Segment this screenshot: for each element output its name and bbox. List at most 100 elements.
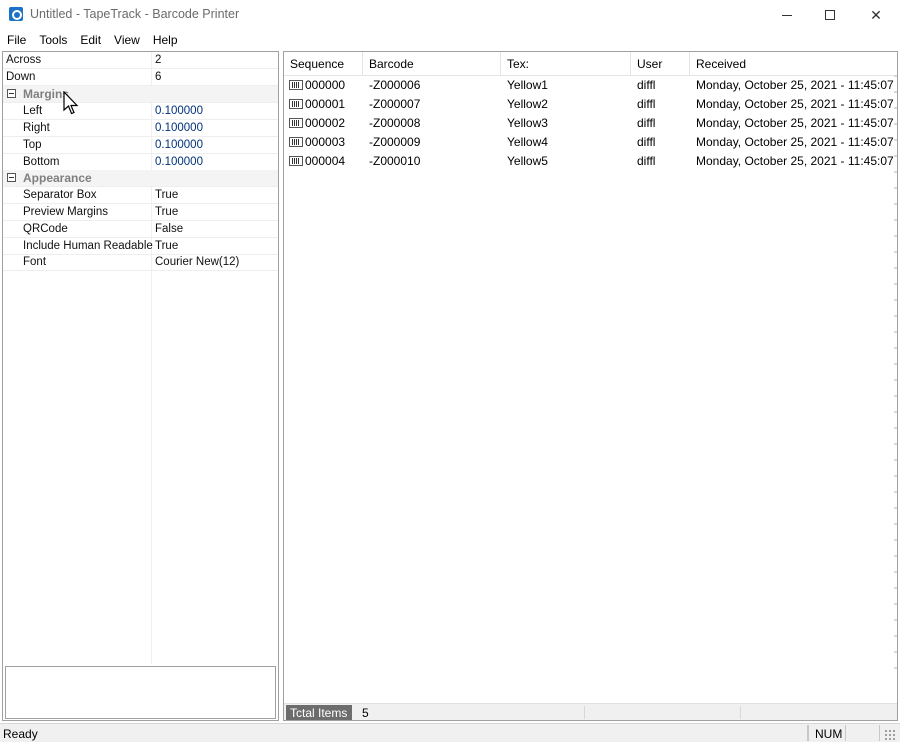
- cell-sequence: 000003: [305, 135, 346, 149]
- resize-grip-icon[interactable]: [884, 729, 896, 741]
- prop-value[interactable]: Courier New(12): [155, 256, 239, 268]
- window-title: Untitled - TapeTrack - Barcode Printer: [30, 7, 240, 21]
- num-lock-indicator: NUM: [808, 725, 846, 741]
- prop-name: Top: [23, 139, 42, 151]
- scroll-track: [894, 75, 897, 671]
- cell-barcode: -Z000006: [369, 78, 421, 92]
- pane-divider: [584, 706, 585, 719]
- column-header-user[interactable]: User: [631, 52, 690, 76]
- property-description: [5, 666, 276, 719]
- prop-name: Across: [6, 54, 42, 66]
- cell-text: Yellow1: [507, 78, 548, 92]
- total-items-bar: Tctal Items 5: [284, 703, 897, 720]
- prop-value[interactable]: True: [155, 240, 178, 252]
- cell-text: Yellow5: [507, 154, 548, 168]
- prop-row-include-human-readable[interactable]: Include Human Readable True: [3, 238, 278, 255]
- column-header-text[interactable]: Tex:: [501, 52, 631, 76]
- column-header-sequence[interactable]: Sequence: [284, 52, 363, 76]
- cell-user: diffl: [637, 97, 656, 111]
- prop-name: Right: [23, 122, 50, 134]
- prop-name: Left: [23, 105, 43, 117]
- prop-value[interactable]: 0.100000: [155, 105, 203, 117]
- category-margins[interactable]: Margins: [3, 86, 278, 103]
- barcode-icon: [289, 118, 303, 128]
- prop-row-qrcode[interactable]: QRCode False: [3, 221, 278, 238]
- prop-row-left[interactable]: Left 0.100000: [3, 103, 278, 120]
- prop-name: Font: [23, 256, 47, 268]
- prop-name: Down: [6, 71, 36, 83]
- prop-value[interactable]: 2: [155, 54, 161, 66]
- cell-received: Monday, October 25, 2021 - 11:45:07: [696, 97, 894, 111]
- prop-row-right[interactable]: Right 0.100000: [3, 120, 278, 137]
- table-row[interactable]: 000001 -Z000007 Yellow2 diffl Monday, Oc…: [284, 95, 897, 114]
- prop-value[interactable]: 0.100000: [155, 122, 203, 134]
- prop-row-down[interactable]: Down 6: [3, 69, 278, 86]
- barcode-icon: [289, 99, 303, 109]
- prop-name: QRCode: [23, 223, 68, 235]
- cell-sequence: 000000: [305, 78, 346, 92]
- table-row[interactable]: 000004 -Z000010 Yellow5 diffl Monday, Oc…: [284, 152, 897, 171]
- minimize-icon: [782, 14, 792, 16]
- collapse-icon[interactable]: [7, 89, 16, 98]
- cell-received: Monday, October 25, 2021 - 11:45:07: [696, 78, 894, 92]
- column-header-received[interactable]: Received: [690, 52, 897, 76]
- maximize-icon: [825, 10, 835, 20]
- menu-tools[interactable]: Tools: [32, 30, 73, 50]
- prop-row-across[interactable]: Across 2: [3, 52, 278, 69]
- table-row[interactable]: 000003 -Z000009 Yellow4 diffl Monday, Oc…: [284, 133, 897, 152]
- prop-value[interactable]: 0.100000: [155, 156, 203, 168]
- column-header-barcode[interactable]: Barcode: [363, 52, 501, 76]
- prop-value[interactable]: True: [155, 189, 178, 201]
- property-grid: Across 2 Down 6 Margins Left 0.100000 Ri…: [2, 51, 279, 721]
- menu-edit[interactable]: Edit: [73, 30, 107, 50]
- prop-name: Separator Box: [23, 189, 97, 201]
- close-icon: ✕: [870, 6, 882, 23]
- status-text: Ready: [3, 727, 38, 741]
- cell-barcode: -Z000009: [369, 135, 421, 149]
- category-appearance[interactable]: Appearance: [3, 170, 278, 187]
- status-pane: [650, 725, 808, 741]
- prop-value[interactable]: 6: [155, 71, 161, 83]
- cell-barcode: -Z000010: [369, 154, 421, 168]
- prop-row-separator-box[interactable]: Separator Box True: [3, 187, 278, 204]
- cell-barcode: -Z000007: [369, 97, 421, 111]
- barcode-icon: [289, 156, 303, 166]
- prop-value[interactable]: 0.100000: [155, 139, 203, 151]
- prop-row-preview-margins[interactable]: Preview Margins True: [3, 204, 278, 221]
- category-label: Appearance: [23, 171, 92, 185]
- prop-value[interactable]: True: [155, 206, 178, 218]
- total-items-label: Tctal Items: [286, 705, 352, 720]
- prop-row-bottom[interactable]: Bottom 0.100000: [3, 154, 278, 171]
- prop-value[interactable]: False: [155, 223, 183, 235]
- status-bar: Ready NUM: [0, 723, 900, 742]
- table-row[interactable]: 000000 -Z000006 Yellow1 diffl Monday, Oc…: [284, 76, 897, 95]
- menu-view[interactable]: View: [107, 30, 146, 50]
- prop-row-top[interactable]: Top 0.100000: [3, 137, 278, 154]
- cell-user: diffl: [637, 78, 656, 92]
- cell-sequence: 000002: [305, 116, 346, 130]
- maximize-button[interactable]: [807, 0, 853, 30]
- app-icon: [9, 7, 23, 21]
- table-row[interactable]: 000002 -Z000008 Yellow3 diffl Monday, Oc…: [284, 114, 897, 133]
- barcode-list: Sequence Barcode Tex: User Received 0000…: [283, 51, 898, 721]
- collapse-icon[interactable]: [7, 173, 16, 182]
- cell-barcode: -Z000008: [369, 116, 421, 130]
- status-pane: [846, 725, 880, 741]
- cell-user: diffl: [637, 116, 656, 130]
- menu-help[interactable]: Help: [146, 30, 184, 50]
- cell-text: Yellow4: [507, 135, 548, 149]
- menu-file[interactable]: File: [0, 30, 32, 50]
- cell-user: diffl: [637, 135, 656, 149]
- cell-text: Yellow2: [507, 97, 548, 111]
- prop-row-font[interactable]: Font Courier New(12): [3, 254, 278, 271]
- total-items-value: 5: [362, 706, 369, 720]
- menu-bar: File Tools Edit View Help: [0, 30, 900, 50]
- close-button[interactable]: ✕: [853, 0, 899, 30]
- prop-name: Bottom: [23, 156, 60, 168]
- cell-sequence: 000001: [305, 97, 346, 111]
- minimize-button[interactable]: [764, 0, 810, 30]
- cell-user: diffl: [637, 154, 656, 168]
- prop-name: Include Human Readable: [23, 240, 153, 252]
- cell-sequence: 000004: [305, 154, 346, 168]
- title-bar: Untitled - TapeTrack - Barcode Printer ✕: [0, 0, 900, 30]
